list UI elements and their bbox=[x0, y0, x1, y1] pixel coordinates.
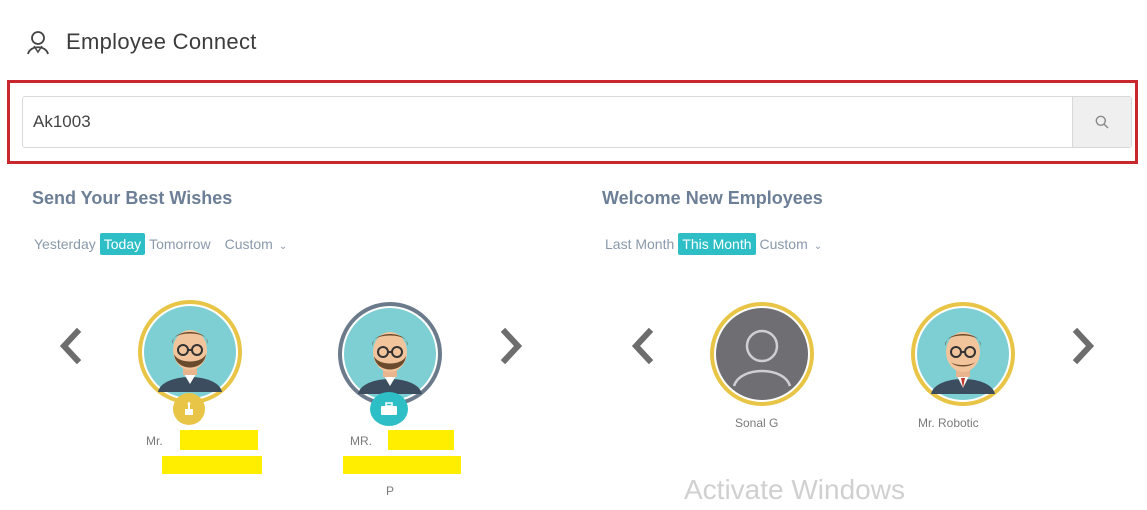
search-icon bbox=[1095, 115, 1109, 129]
filter-custom-label: Custom bbox=[224, 236, 273, 252]
redacted-name bbox=[180, 430, 258, 450]
avatar[interactable] bbox=[710, 302, 814, 406]
wishes-prev-arrow[interactable] bbox=[58, 327, 82, 365]
chevron-left-icon bbox=[59, 327, 82, 365]
new-employees-prev-arrow[interactable] bbox=[630, 327, 654, 365]
chevron-right-icon bbox=[500, 327, 523, 365]
filter-tomorrow[interactable]: Tomorrow bbox=[145, 233, 214, 255]
wishes-filter-bar: Yesterday Today Tomorrow Custom ⌄ bbox=[30, 233, 295, 255]
redacted-name bbox=[388, 430, 454, 450]
avatar[interactable] bbox=[138, 300, 242, 404]
employee-name-prefix: MR. bbox=[350, 434, 372, 448]
chevron-left-icon bbox=[631, 327, 654, 365]
search-button[interactable] bbox=[1072, 97, 1131, 147]
redacted-name bbox=[162, 456, 262, 474]
chevron-down-icon: ⌄ bbox=[813, 241, 823, 252]
person-avatar-icon bbox=[917, 308, 1009, 400]
wishes-next-arrow[interactable] bbox=[500, 327, 524, 365]
work-anniversary-badge bbox=[370, 392, 408, 426]
default-user-avatar-icon bbox=[716, 308, 808, 400]
birthday-icon bbox=[185, 402, 193, 415]
chevron-down-icon: ⌄ bbox=[278, 241, 288, 252]
employee-name-prefix: Mr. bbox=[146, 434, 163, 448]
person-avatar-icon bbox=[144, 306, 236, 398]
filter-custom[interactable]: Custom ⌄ bbox=[756, 233, 831, 255]
search-bar bbox=[22, 96, 1132, 148]
briefcase-icon bbox=[381, 402, 397, 415]
avatar[interactable] bbox=[911, 302, 1015, 406]
new-employees-next-arrow[interactable] bbox=[1072, 327, 1096, 365]
search-input[interactable] bbox=[23, 97, 1073, 147]
user-icon bbox=[26, 30, 50, 56]
new-employees-section-title: Welcome New Employees bbox=[602, 188, 823, 208]
wishes-section-title: Send Your Best Wishes bbox=[32, 188, 233, 208]
employee-name: Mr. Robotic bbox=[918, 416, 979, 430]
employee-name-suffix: P bbox=[386, 484, 395, 498]
avatar[interactable] bbox=[338, 302, 442, 406]
birthday-badge bbox=[173, 393, 205, 425]
filter-custom[interactable]: Custom ⌄ bbox=[221, 233, 296, 255]
filter-last-month[interactable]: Last Month bbox=[601, 233, 678, 255]
filter-yesterday[interactable]: Yesterday bbox=[30, 233, 100, 255]
redacted-name bbox=[343, 456, 461, 474]
chevron-right-icon bbox=[1072, 327, 1095, 365]
filter-custom-label: Custom bbox=[759, 236, 808, 252]
activate-windows-watermark: Activate Windows bbox=[684, 474, 905, 505]
employee-name: Sonal G bbox=[735, 416, 779, 430]
filter-this-month[interactable]: This Month bbox=[678, 233, 756, 255]
person-avatar-icon bbox=[344, 308, 436, 400]
page-title: Employee Connect bbox=[66, 29, 257, 54]
filter-today[interactable]: Today bbox=[99, 233, 146, 255]
new-employees-filter-bar: Last Month This Month Custom ⌄ bbox=[601, 233, 830, 255]
